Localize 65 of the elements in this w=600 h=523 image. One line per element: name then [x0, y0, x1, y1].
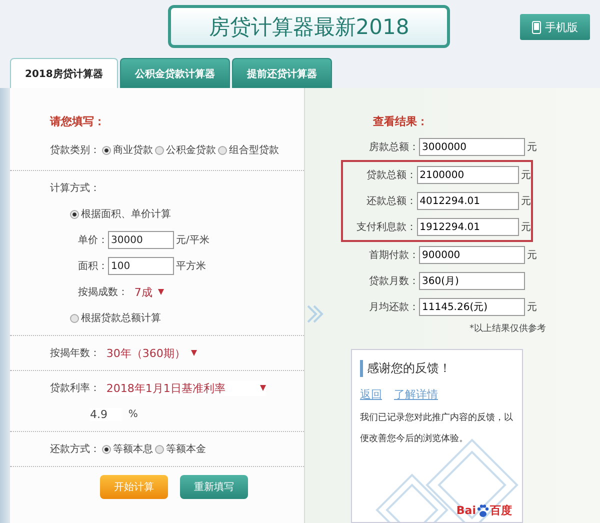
- radio-button[interactable]: [70, 210, 79, 218]
- tab[interactable]: 2018房贷计算器: [10, 58, 118, 88]
- unit-label: 元: [527, 141, 537, 154]
- radio-label: 商业贷款: [113, 144, 153, 157]
- result-field[interactable]: 11145.26(元): [419, 298, 525, 316]
- radio-label: 根据面积、单价计算: [81, 208, 171, 221]
- card-title: 感谢您的反馈！: [360, 360, 514, 377]
- radio-label: 等额本息: [113, 442, 153, 456]
- rate-field[interactable]: 4.9: [90, 408, 122, 420]
- field-label: 按揭成数：: [78, 286, 128, 299]
- field-label: 贷款类别：: [50, 144, 100, 157]
- phone-icon: [532, 20, 541, 34]
- result-field[interactable]: 4012294.01: [416, 192, 519, 210]
- unit-label: 元: [527, 249, 537, 262]
- radio-button[interactable]: [70, 314, 79, 322]
- field-label: 按揭年数：: [50, 346, 100, 360]
- dropdown-arrow-icon[interactable]: [260, 385, 266, 391]
- result-field[interactable]: 360(月): [419, 272, 525, 290]
- unit-label: 元: [521, 195, 531, 208]
- radio-label: 组合型贷款: [229, 144, 279, 157]
- field-label: 贷款利率：: [50, 382, 100, 395]
- unit-label: %: [128, 408, 138, 420]
- section-heading: 查看结果：: [373, 114, 428, 128]
- result-field[interactable]: 900000: [419, 246, 525, 264]
- logo-text: Bai: [456, 504, 476, 517]
- radio-button[interactable]: [102, 146, 111, 154]
- dropdown-arrow-icon[interactable]: [191, 350, 198, 356]
- radio-button[interactable]: [102, 444, 111, 454]
- paw-icon: [476, 504, 490, 518]
- dropdown-value[interactable]: 7成: [134, 284, 152, 300]
- unit-label: 平方米: [176, 260, 206, 273]
- result-label: 贷款月数：: [368, 274, 419, 288]
- unit-label: 元: [521, 221, 531, 234]
- dropdown-value[interactable]: 30年（360期）: [106, 346, 186, 360]
- page-title: 房贷计算器最新2018: [168, 5, 450, 48]
- card-message: 我们已记录您对此推广内容的反馈，以便改善您今后的浏览体验。: [360, 412, 514, 446]
- field-label: 计算方式：: [50, 182, 100, 195]
- result-label: 支付利息款：: [356, 220, 417, 234]
- result-label: 还款总额：: [366, 194, 417, 208]
- unit-label: 元: [527, 301, 537, 314]
- unit-label: 元: [521, 169, 531, 182]
- radio-button[interactable]: [155, 146, 164, 154]
- radio-label: 公积金贷款: [166, 144, 216, 157]
- radio-label: 等额本金: [166, 442, 206, 456]
- dropdown-arrow-icon[interactable]: [158, 289, 164, 295]
- unit-label: 元/平米: [176, 234, 210, 247]
- double-chevron-icon: [305, 304, 325, 324]
- logo-text: 百度: [490, 503, 512, 518]
- result-label: 贷款总额：: [366, 168, 417, 182]
- result-field[interactable]: 3000000: [419, 138, 525, 156]
- radio-button[interactable]: [155, 444, 164, 454]
- field-label: 单价：: [78, 234, 108, 247]
- field-label: 面积：: [78, 260, 108, 273]
- input-field[interactable]: 30000: [108, 231, 174, 249]
- field-label: 还款方式：: [50, 442, 100, 456]
- radio-label: 根据贷款总额计算: [81, 312, 161, 325]
- disclaimer-note: *以上结果仅供参考: [470, 322, 546, 335]
- radio-button[interactable]: [218, 146, 227, 154]
- result-field[interactable]: 1912294.01: [416, 218, 519, 236]
- result-label: 月均还款：: [368, 301, 419, 314]
- result-field[interactable]: 2100000: [416, 166, 519, 184]
- input-field[interactable]: 100: [108, 257, 174, 275]
- section-heading: 请您填写：: [50, 114, 105, 128]
- result-label: 首期付款：: [368, 248, 419, 262]
- result-label: 房款总额：: [368, 140, 419, 154]
